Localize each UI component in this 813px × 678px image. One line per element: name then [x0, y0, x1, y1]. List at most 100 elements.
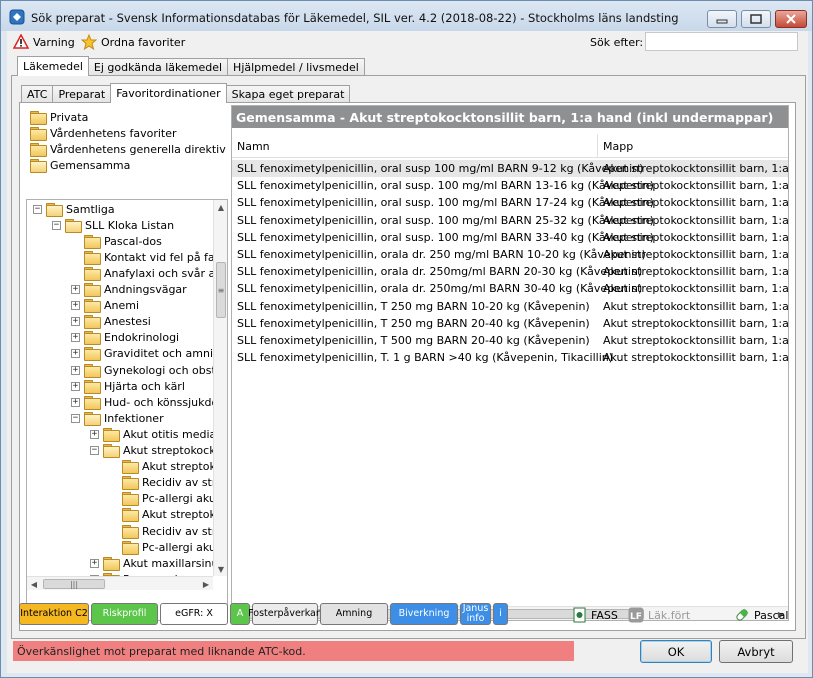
tree-node[interactable]: + Endokrinologi	[71, 330, 179, 346]
tree-node[interactable]: Kontakt vid fel på fav	[71, 249, 221, 265]
cell-mapp: Akut streptokocktonsillit barn, 1:a hand	[603, 248, 789, 261]
list-item[interactable]: Gemensamma	[30, 157, 130, 173]
tree-node[interactable]: + Andningsvägar	[71, 282, 187, 298]
biverkning-button[interactable]: Biverkning	[390, 603, 458, 625]
scroll-up-icon[interactable]: ▲	[214, 200, 227, 214]
tree-node[interactable]: − Akut streptokock	[90, 443, 216, 459]
collapse-icon[interactable]: −	[33, 204, 42, 214]
tree-node[interactable]: Recidiv av str	[109, 523, 216, 539]
tree-vertical-scrollbar[interactable]: ▲ ≡ ▼	[213, 200, 227, 576]
cancel-button[interactable]: Avbryt	[719, 640, 793, 663]
janus-info-button[interactable]: Janus info	[460, 603, 491, 625]
expand-icon[interactable]: +	[71, 285, 80, 294]
tree-node[interactable]: + Akut otitis media	[90, 426, 216, 442]
table-row[interactable]: SLL fenoximetylpenicillin, T 250 mg BARN…	[232, 315, 788, 332]
tree-node-label: Pascal-dos	[104, 234, 162, 248]
amning-button[interactable]: Amning	[320, 603, 388, 625]
cell-namn: SLL fenoximetylpenicillin, orala dr. 250…	[237, 265, 643, 279]
cell-mapp: Akut streptokocktonsillit barn, 1:a hand	[603, 179, 789, 193]
tree-horizontal-scrollbar[interactable]: ◀ ||| ▶	[27, 576, 213, 590]
tree-node[interactable]: − SLL Kloka Listan	[52, 217, 174, 233]
expand-icon[interactable]: +	[90, 558, 99, 568]
scroll-right-icon[interactable]: ▶	[199, 577, 213, 591]
tree-node-label: Samtliga	[66, 202, 115, 216]
tree-node-label: Akut streptokock	[123, 444, 216, 457]
table-row[interactable]: SLL fenoximetylpenicillin, oral susp 100…	[232, 160, 788, 177]
tab-ej-godkanda[interactable]: Ej godkända läkemedel	[87, 58, 229, 76]
ok-button[interactable]: OK	[640, 640, 712, 663]
expand-icon[interactable]: +	[71, 301, 80, 311]
table-row[interactable]: SLL fenoximetylpenicillin, oral susp. 10…	[232, 229, 788, 246]
tree-node[interactable]: + Anemi	[71, 298, 139, 314]
a-button[interactable]: A	[230, 603, 250, 625]
column-header-namn[interactable]: Namn	[232, 134, 598, 158]
list-item[interactable]: Privata	[30, 109, 88, 125]
tree-node[interactable]: + Gynekologi och obste	[71, 362, 223, 378]
tree-node[interactable]: − Samtliga	[33, 201, 115, 217]
list-item[interactable]: Vårdenhetens favoriter	[30, 125, 177, 141]
close-button[interactable]	[775, 10, 807, 28]
folder-icon	[30, 142, 47, 157]
info-button[interactable]: i	[493, 603, 508, 625]
tree-node[interactable]: + Akut maxillarsinui	[90, 555, 222, 571]
tree-node[interactable]: − Infektioner	[71, 410, 164, 426]
table-row[interactable]: SLL fenoximetylpenicillin, oral susp. 10…	[232, 194, 788, 211]
fass-link[interactable]: FASS	[573, 607, 618, 623]
egfr-button[interactable]: eGFR: X	[160, 603, 228, 625]
table-row[interactable]: SLL fenoximetylpenicillin, oral susp. 10…	[232, 177, 788, 194]
scroll-left-icon[interactable]: ◀	[27, 577, 41, 591]
expand-icon[interactable]: +	[90, 429, 99, 439]
column-header-mapp[interactable]: Mapp	[598, 134, 788, 158]
warning-button[interactable]: Varning	[13, 34, 75, 50]
minimize-button[interactable]	[707, 10, 737, 28]
expand-icon[interactable]: +	[71, 397, 80, 407]
folder-open-icon	[46, 202, 63, 217]
table-row[interactable]: SLL fenoximetylpenicillin, orala dr. 250…	[232, 246, 788, 263]
fosterpaverkan-button[interactable]: Fosterpåverkan	[248, 603, 322, 625]
tab-skapa-eget[interactable]: Skapa eget preparat	[225, 85, 351, 103]
expand-icon[interactable]: +	[71, 333, 80, 343]
tab-lakemedel[interactable]: Läkemedel	[17, 56, 89, 76]
tree-node[interactable]: Recidiv av str	[109, 475, 216, 491]
table-row[interactable]: SLL fenoximetylpenicillin, orala dr. 250…	[232, 280, 788, 297]
tab-preparat[interactable]: Preparat	[52, 85, 112, 103]
maximize-button[interactable]	[741, 10, 771, 28]
tree-node[interactable]: Pascal-dos	[71, 233, 162, 249]
tree-scroll-thumb[interactable]: ≡	[216, 262, 226, 318]
tab-favoritordinationer[interactable]: Favoritordinationer	[110, 83, 227, 103]
table-row[interactable]: SLL fenoximetylpenicillin, T 250 mg BARN…	[232, 298, 788, 315]
tree-node[interactable]: Pc-allergi aku	[109, 539, 216, 555]
table-row[interactable]: SLL fenoximetylpenicillin, T 500 mg BARN…	[232, 332, 788, 349]
tab-hjalpmedel[interactable]: Hjälpmedel / livsmedel	[227, 58, 365, 76]
expand-icon[interactable]: +	[71, 349, 80, 359]
tree-node[interactable]: Pc-allergi aku	[109, 491, 216, 507]
tree-node[interactable]: Akut streptok	[109, 507, 216, 523]
expand-icon[interactable]: +	[71, 381, 80, 391]
tree-node[interactable]: + Anestesi	[71, 314, 151, 330]
tree-hscroll-thumb[interactable]: |||	[43, 579, 105, 589]
expand-icon[interactable]: +	[71, 365, 80, 375]
cell-namn: SLL fenoximetylpenicillin, T 250 mg BARN…	[237, 299, 590, 313]
table-row[interactable]: SLL fenoximetylpenicillin, T. 1 g BARN >…	[232, 349, 788, 366]
search-input[interactable]	[645, 32, 798, 51]
riskprofil-button[interactable]: Riskprofil	[91, 603, 158, 625]
pascal-link[interactable]: Pascal	[734, 607, 788, 623]
lakfort-link[interactable]: LF Läk.fört	[628, 607, 690, 623]
interaktion-button[interactable]: Interaktion C2	[19, 603, 89, 625]
expand-icon[interactable]: +	[71, 317, 80, 327]
tree-node[interactable]: Anafylaxi och svår al	[71, 265, 218, 281]
collapse-icon[interactable]: −	[90, 446, 99, 455]
tree-node-label: Anestesi	[104, 315, 151, 329]
table-row[interactable]: SLL fenoximetylpenicillin, orala dr. 250…	[232, 263, 788, 280]
tree-node[interactable]: + Hud- och könssjukdor	[71, 394, 223, 410]
tree-node[interactable]: Akut streptok	[109, 459, 216, 475]
scroll-down-icon[interactable]: ▼	[214, 562, 227, 576]
collapse-icon[interactable]: −	[52, 220, 61, 230]
table-row[interactable]: SLL fenoximetylpenicillin, oral susp. 10…	[232, 212, 788, 229]
tree-node[interactable]: + Graviditet och amning	[71, 346, 227, 362]
collapse-icon[interactable]: −	[71, 413, 80, 423]
tree-node[interactable]: + Hjärta och kärl	[71, 378, 185, 394]
list-item[interactable]: Vårdenhetens generella direktiv	[30, 141, 226, 157]
favorites-button[interactable]: Ordna favoriter	[81, 34, 185, 50]
tab-atc[interactable]: ATC	[21, 85, 54, 103]
